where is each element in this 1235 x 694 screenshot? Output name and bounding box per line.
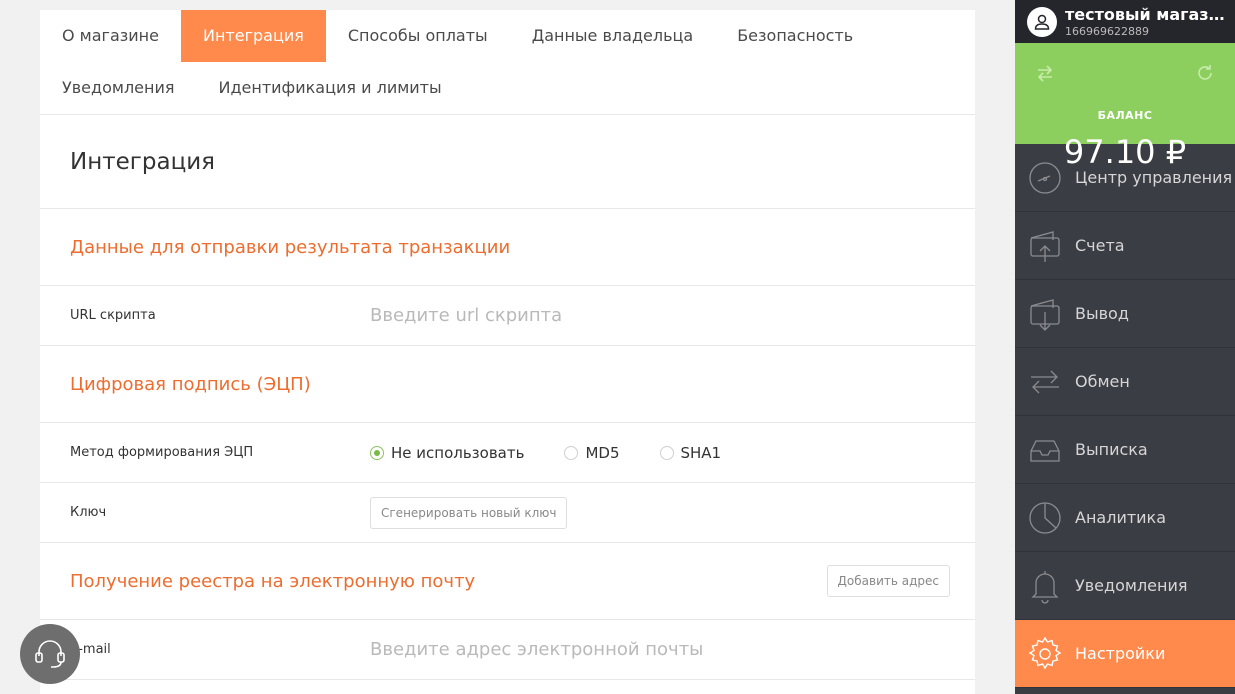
radio-md5[interactable]: MD5 (564, 443, 620, 462)
bell-icon (1027, 568, 1063, 604)
section-signature-title: Цифровая подпись (ЭЦП) (40, 346, 975, 423)
tab-security[interactable]: Безопасность (715, 10, 875, 62)
gear-icon (1027, 636, 1063, 672)
menu-item-invoices-label: Счета (1075, 236, 1125, 255)
balance-panel: БАЛАНС 97.10 ₽ (1015, 43, 1235, 171)
invoice-icon (1027, 228, 1063, 264)
sidebar: тестовый магазин 166969622889 БАЛАНС 97.… (1015, 0, 1235, 694)
page-title: Интеграция (40, 115, 975, 209)
add-address-button[interactable]: Добавить адрес (826, 565, 950, 597)
menu-item-notifications-label: Уведомления (1075, 576, 1188, 595)
menu-item-exchange[interactable]: Обмен (1015, 348, 1235, 416)
menu-item-invoices[interactable]: Счета (1015, 212, 1235, 280)
radio-sha1-dot[interactable] (659, 445, 674, 460)
generate-key-button[interactable]: Сгенерировать новый ключ (370, 496, 568, 529)
tab-notifications[interactable]: Уведомления (40, 62, 197, 114)
email-input[interactable] (370, 639, 870, 660)
radio-none[interactable]: Не использовать (370, 444, 524, 462)
menu-item-analytics[interactable]: Аналитика (1015, 484, 1235, 552)
menu-item-notifications[interactable]: Уведомления (1015, 552, 1235, 620)
radio-sha1[interactable]: SHA1 (659, 443, 722, 462)
tab-about-shop[interactable]: О магазине (40, 10, 181, 62)
pie-chart-icon (1027, 500, 1063, 536)
refresh-icon[interactable] (1195, 63, 1215, 87)
radio-none-dot[interactable] (370, 445, 384, 460)
key-row: Ключ Сгенерировать новый ключ (40, 483, 975, 543)
exchange-arrows-icon[interactable] (1035, 63, 1055, 87)
section-transaction-title-text: Данные для отправки результата транзакци… (70, 236, 511, 258)
menu-item-statement-label: Выписка (1075, 440, 1148, 459)
radio-none-label: Не использовать (391, 443, 525, 462)
radio-md5-label: MD5 (585, 443, 620, 462)
shop-header[interactable]: тестовый магазин 166969622889 (1015, 0, 1235, 43)
signature-method-label: Метод формирования ЭЦП (70, 445, 254, 460)
withdraw-icon (1027, 296, 1063, 332)
email-row: E-mail (40, 620, 975, 680)
section-registry-title-text: Получение реестра на электронную почту (70, 570, 476, 592)
email-label: E-mail (70, 642, 111, 657)
support-chat-button[interactable] (20, 624, 80, 684)
tab-integration[interactable]: Интеграция (180, 10, 326, 62)
shop-name: тестовый магазин (1065, 5, 1230, 24)
url-script-row: URL скрипта (40, 286, 975, 346)
shop-id: 166969622889 (1065, 25, 1149, 38)
menu-item-exchange-label: Обмен (1075, 372, 1130, 391)
signature-method-row: Метод формирования ЭЦП Не использовать M… (40, 423, 975, 483)
exchange-icon (1027, 364, 1063, 400)
headset-icon (35, 640, 65, 668)
tab-owner-data[interactable]: Данные владельца (510, 10, 716, 62)
menu-item-analytics-label: Аналитика (1075, 508, 1167, 527)
section-transaction-title: Данные для отправки результата транзакци… (40, 209, 975, 286)
radio-sha1-label: SHA1 (680, 443, 722, 462)
menu-item-withdraw-label: Вывод (1075, 304, 1129, 323)
menu-item-settings[interactable]: Настройки (1015, 620, 1235, 688)
balance-amount: 97.10 ₽ (1063, 133, 1187, 171)
menu-item-settings-label: Настройки (1075, 644, 1166, 663)
url-script-input[interactable] (370, 305, 870, 326)
user-icon (1027, 6, 1057, 37)
settings-tabs: О магазине Интеграция Способы оплаты Дан… (40, 10, 975, 115)
tab-identification-limits[interactable]: Идентификация и лимиты (197, 62, 464, 114)
balance-label: БАЛАНС (1097, 109, 1153, 122)
menu-item-withdraw[interactable]: Вывод (1015, 280, 1235, 348)
menu-item-statement[interactable]: Выписка (1015, 416, 1235, 484)
radio-md5-dot[interactable] (564, 445, 579, 460)
statement-icon (1027, 432, 1063, 468)
key-label: Ключ (70, 505, 107, 520)
tab-payment-methods[interactable]: Способы оплаты (326, 10, 510, 62)
section-registry-title: Получение реестра на электронную почту Д… (40, 543, 975, 620)
section-signature-title-text: Цифровая подпись (ЭЦП) (70, 373, 311, 395)
settings-card: О магазине Интеграция Способы оплаты Дан… (40, 10, 975, 694)
url-script-label: URL скрипта (70, 308, 156, 323)
